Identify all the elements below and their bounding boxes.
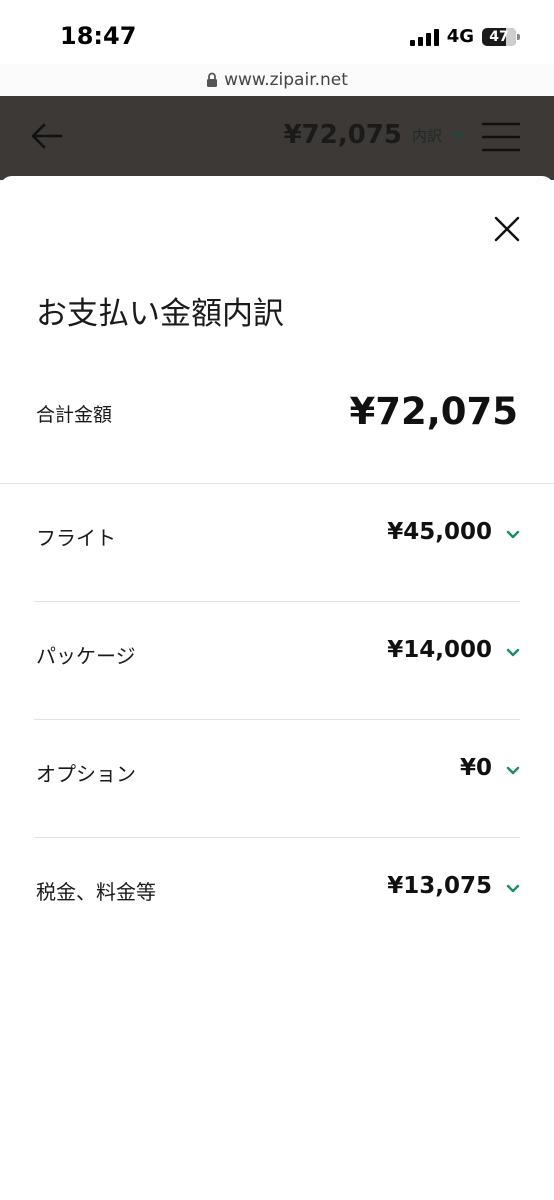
sheet-title: お支払い金額内訳 [36,296,284,332]
address-bar[interactable]: www.zipair.net [0,64,554,96]
breakdown-item-label: 税金、料金等 [36,880,156,904]
status-time: 18:47 [60,22,137,50]
breakdown-item-label: オプション [36,762,136,786]
cellular-signal-icon [409,28,439,46]
network-type: 4G [446,26,474,47]
chevron-down-icon [506,766,520,775]
breakdown-item-package[interactable]: パッケージ ¥14,000 [34,602,520,720]
payment-breakdown-sheet: お支払い金額内訳 合計金額 ¥72,075 フライト ¥45,000 パッケージ… [0,176,554,1200]
total-amount-value: ¥72,075 [349,390,518,433]
header-price-summary[interactable]: ¥72,075 内訳 [284,120,466,150]
breakdown-item-flight[interactable]: フライト ¥45,000 [34,484,520,602]
battery-icon: 47 [482,27,520,46]
status-indicators: 4G 47 [409,26,520,47]
breakdown-item-label: フライト [36,526,116,550]
chevron-down-icon [506,530,520,539]
breakdown-item-value: ¥45,000 [387,519,492,545]
breakdown-item-value: ¥14,000 [387,637,492,663]
chevron-down-icon [452,130,466,139]
battery-level: 47 [489,28,509,45]
breakdown-item-options[interactable]: オプション ¥0 [34,720,520,838]
url-text: www.zipair.net [224,70,348,90]
lock-icon [207,72,218,87]
back-arrow-icon[interactable] [30,122,64,150]
site-header: ¥72,075 内訳 [0,96,554,180]
breakdown-item-value: ¥0 [459,755,492,781]
hamburger-menu-icon[interactable] [482,122,520,152]
status-bar: 18:47 4G 47 [0,0,554,66]
header-breakdown-label: 内訳 [411,126,442,145]
header-total-price: ¥72,075 [283,120,402,150]
total-amount-label: 合計金額 [36,404,113,426]
breakdown-item-label: パッケージ [36,644,136,668]
chevron-down-icon [506,648,520,657]
breakdown-item-taxes-fees[interactable]: 税金、料金等 ¥13,075 [34,838,520,956]
close-icon[interactable] [494,216,520,242]
chevron-down-icon [506,884,520,893]
breakdown-item-value: ¥13,075 [387,873,492,899]
